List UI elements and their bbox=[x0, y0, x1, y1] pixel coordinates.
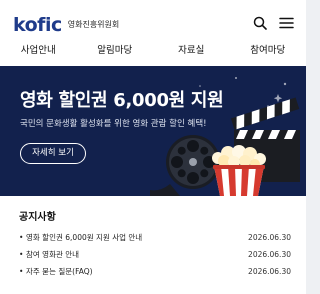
notice-item-title[interactable]: 참여 영화관 안내 bbox=[26, 246, 79, 263]
notice-item-date: 2026.06.30 bbox=[248, 250, 291, 259]
notice-item-date: 2026.06.30 bbox=[248, 233, 291, 242]
notice-item[interactable]: • 참여 영화관 안내 2026.06.30 bbox=[19, 246, 291, 263]
hero-subtitle: 국민의 문화생활 활성화를 위한 영화 관람 할인 혜택! bbox=[20, 119, 207, 129]
logo-wordmark: kofic bbox=[13, 14, 62, 36]
nav-item-notices[interactable]: 알림마당 bbox=[77, 40, 154, 66]
notice-item-date: 2026.06.30 bbox=[248, 267, 291, 276]
notice-item-title[interactable]: 자주 묻는 질문(FAQ) bbox=[26, 263, 93, 280]
notice-item-title[interactable]: 영화 할인권 6,000원 지원 사업 안내 bbox=[26, 229, 142, 246]
film-reel-icon bbox=[150, 135, 220, 196]
hero-banner: 영화 할인권 6,000원 지원 국민의 문화생활 활성화를 위한 영화 관람 … bbox=[0, 66, 306, 196]
notice-item[interactable]: • 영화 할인권 6,000원 지원 사업 안내 2026.06.30 bbox=[19, 229, 291, 246]
bullet-icon: • bbox=[19, 267, 24, 276]
page: kofic 영화진흥위원회 사업안내 알림마당 자료실 참여마당 영화 할인권 … bbox=[0, 0, 306, 294]
notice-item[interactable]: • 자주 묻는 질문(FAQ) 2026.06.30 bbox=[19, 263, 291, 280]
notice-list: • 영화 할인권 6,000원 지원 사업 안내 2026.06.30 • 참여… bbox=[19, 229, 291, 280]
nav-item-participation[interactable]: 참여마당 bbox=[230, 40, 307, 66]
bullet-icon: • bbox=[19, 250, 24, 259]
hero-title: 영화 할인권 6,000원 지원 bbox=[20, 90, 224, 111]
nav-item-business[interactable]: 사업안내 bbox=[0, 40, 77, 66]
details-button[interactable]: 자세히 보기 bbox=[20, 143, 86, 164]
hamburger-menu-icon[interactable] bbox=[277, 14, 295, 32]
search-icon[interactable] bbox=[251, 14, 269, 32]
notice-heading: 공지사항 bbox=[19, 212, 56, 223]
nav-item-resources[interactable]: 자료실 bbox=[153, 40, 230, 66]
bullet-icon: • bbox=[19, 233, 24, 242]
site-header: kofic 영화진흥위원회 사업안내 알림마당 자료실 참여마당 bbox=[0, 0, 306, 66]
logo-subtitle: 영화진흥위원회 bbox=[67, 20, 120, 29]
main-nav: 사업안내 알림마당 자료실 참여마당 bbox=[0, 40, 306, 66]
site-logo[interactable]: kofic 영화진흥위원회 bbox=[13, 14, 119, 36]
notice-section: 공지사항 • 영화 할인권 6,000원 지원 사업 안내 2026.06.30… bbox=[0, 196, 306, 294]
